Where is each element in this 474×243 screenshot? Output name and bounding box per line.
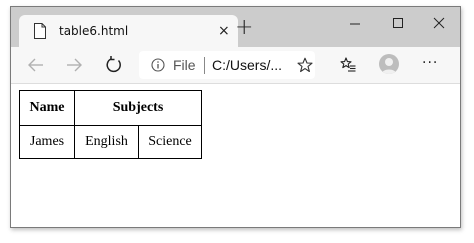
address-bar[interactable]: File C:/Users/... [139,51,315,79]
address-scheme-label: File [173,57,196,73]
table-header-row: Name Subjects [19,90,202,126]
browser-tab[interactable]: table6.html × [19,15,238,47]
cell-name: James [19,125,75,159]
reload-icon[interactable] [103,55,125,75]
table-row: James English Science [19,125,202,159]
forward-arrow-icon[interactable] [63,55,85,75]
header-subjects: Subjects [74,90,202,126]
tab-close-icon[interactable]: × [218,23,230,39]
profile-avatar-icon[interactable] [379,54,399,74]
subjects-table: Name Subjects James English Science [19,90,202,159]
minimize-icon[interactable] [340,13,370,33]
more-icon[interactable]: ··· [422,55,438,71]
new-tab-button[interactable]: + [235,17,253,39]
address-separator [204,57,205,74]
star-icon[interactable] [297,57,313,73]
browser-window: table6.html × + File C:/Users/... ··· Na… [10,6,461,228]
cell-subject-1: English [74,125,139,159]
page-content: Name Subjects James English Science [11,84,460,227]
header-name: Name [19,90,75,126]
avatar-silhouette-icon [381,58,397,74]
cell-subject-2: Science [138,125,202,159]
back-arrow-icon[interactable] [25,55,47,75]
address-url[interactable]: C:/Users/... [212,57,282,73]
navigation-toolbar: File C:/Users/... ··· [11,47,460,84]
maximize-icon[interactable] [383,13,413,33]
favorites-list-icon[interactable] [340,57,356,73]
tab-title: table6.html [59,24,129,38]
close-icon[interactable] [424,13,454,33]
title-bar: table6.html × + [11,7,460,47]
page-icon [34,23,46,39]
info-icon[interactable] [151,58,165,72]
